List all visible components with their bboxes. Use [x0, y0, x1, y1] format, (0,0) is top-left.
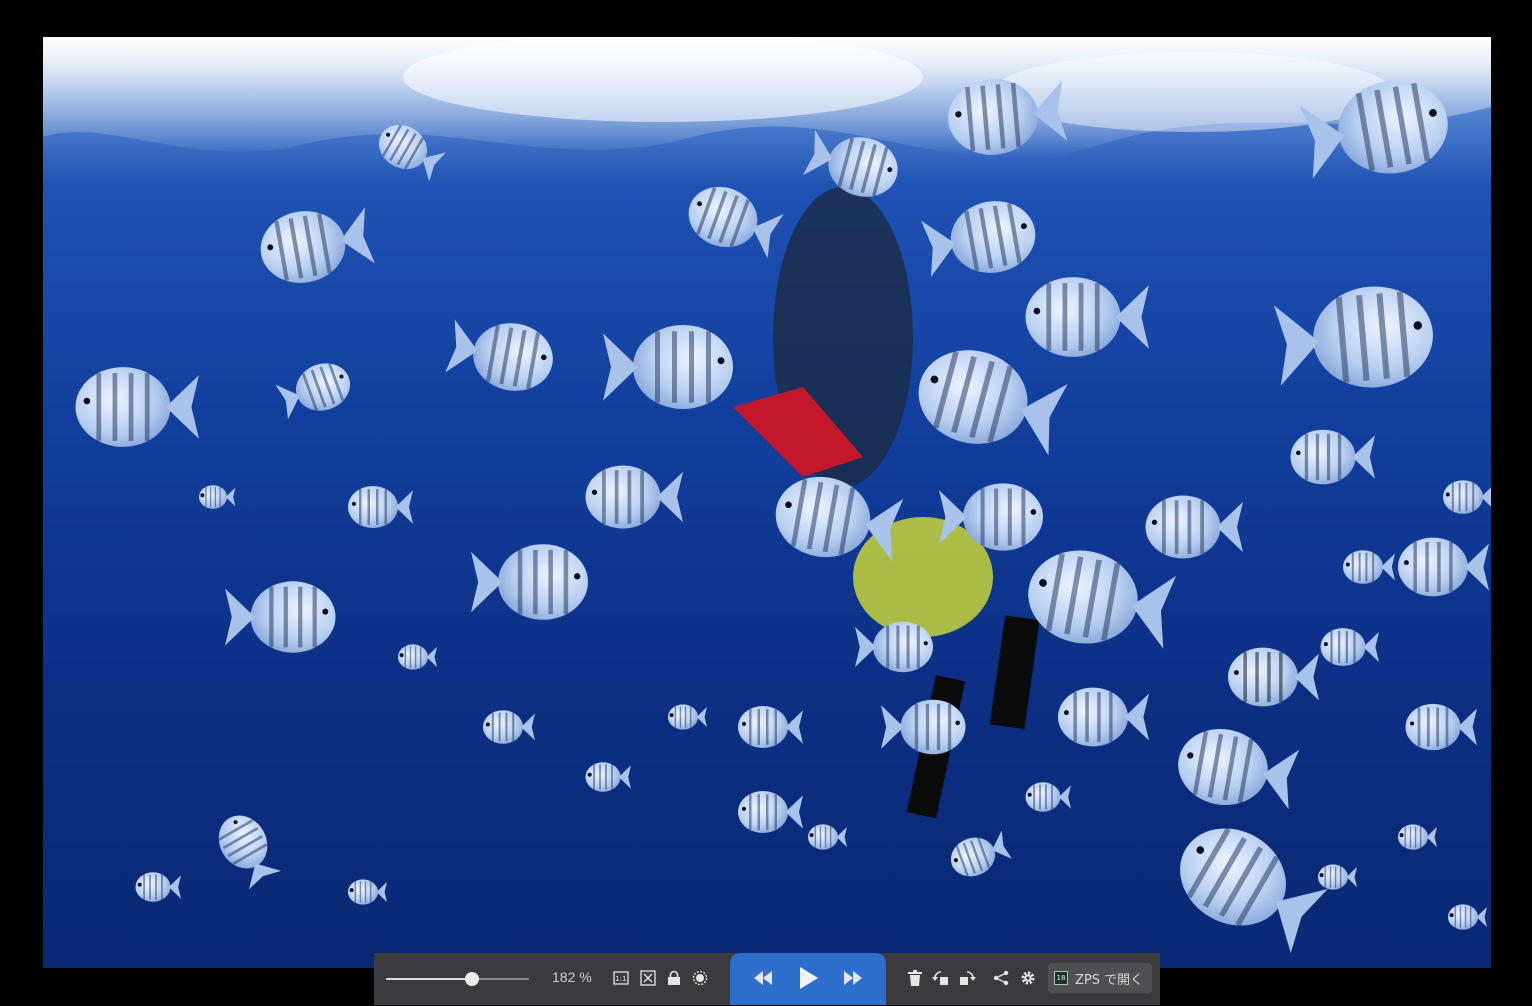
- slideshow-controls: [730, 953, 886, 1005]
- zoom-slider-thumb[interactable]: [464, 972, 479, 986]
- image-viewer: 182 % 1:1 18 ZPS で開く: [0, 0, 1532, 1006]
- fish-shape: [1180, 827, 1328, 954]
- fish-shape: [75, 367, 199, 447]
- fish-shape: [668, 704, 707, 730]
- fish-shape: [135, 872, 181, 902]
- fish-shape: [471, 544, 588, 620]
- rotate-left-icon[interactable]: [930, 967, 952, 989]
- fish-shape: [1025, 782, 1071, 812]
- fish-shape: [918, 350, 1068, 456]
- open-in-zps-label: ZPS で開く: [1075, 972, 1144, 988]
- fish-shape: [199, 485, 236, 509]
- fish-shape: [275, 363, 351, 420]
- zps-logo-icon: 18: [1054, 971, 1068, 985]
- fish-shape: [1025, 277, 1149, 357]
- rewind-icon[interactable]: [752, 967, 774, 989]
- fish-shape: [688, 186, 784, 259]
- fish-shape: [260, 207, 375, 283]
- fish-shape: [225, 581, 336, 653]
- zoom-level-text: 182 %: [552, 969, 592, 985]
- trash-icon[interactable]: [904, 967, 926, 989]
- fish-shape: [398, 644, 437, 670]
- zoom-slider-fill: [386, 978, 472, 980]
- fish-shape: [1178, 728, 1300, 810]
- fish-shape: [1145, 495, 1243, 559]
- fish-shape: [855, 621, 933, 673]
- fish-shape: [808, 824, 847, 850]
- gear-icon[interactable]: [1017, 967, 1039, 989]
- fish-shape: [603, 325, 733, 409]
- fish-shape: [1443, 480, 1491, 514]
- fish-shape: [1398, 537, 1489, 597]
- fish-shape: [881, 699, 966, 755]
- fish-shape: [1320, 628, 1379, 666]
- fish-shape: [1398, 824, 1437, 850]
- fish-shape: [218, 815, 282, 890]
- fish-shape: [1228, 647, 1319, 707]
- fit-screen-icon[interactable]: [637, 967, 659, 989]
- open-in-zps-button[interactable]: 18 ZPS で開く: [1048, 963, 1152, 993]
- viewer-toolbar: 182 % 1:1 18 ZPS で開く: [374, 953, 1160, 1005]
- fish-shape: [921, 201, 1036, 277]
- svg-text:1:1: 1:1: [615, 975, 626, 983]
- rotate-right-icon[interactable]: [956, 967, 978, 989]
- fish-shape: [445, 319, 553, 391]
- fish-shape: [1343, 550, 1395, 584]
- fish-shape: [1058, 687, 1149, 747]
- fish-shape: [1405, 703, 1477, 751]
- fish-shape: [738, 706, 803, 748]
- one-to-one-icon[interactable]: 1:1: [610, 967, 632, 989]
- fish-shape: [738, 791, 803, 833]
- share-icon[interactable]: [990, 967, 1012, 989]
- sun-icon[interactable]: [689, 967, 711, 989]
- fish-shape: [1448, 904, 1487, 930]
- displayed-photo[interactable]: [43, 37, 1491, 968]
- fish-shape: [1028, 550, 1177, 649]
- fish-shape: [483, 710, 535, 744]
- fast-forward-icon[interactable]: [842, 967, 864, 989]
- fish-shape: [950, 830, 1013, 877]
- fish-shape: [348, 879, 387, 905]
- fish-shape: [348, 486, 413, 528]
- fish-shape: [1318, 864, 1357, 890]
- lock-icon[interactable]: [663, 967, 685, 989]
- fish-shape: [1273, 286, 1433, 388]
- zoom-slider[interactable]: [386, 972, 529, 986]
- fish-shape: [585, 762, 631, 792]
- play-icon[interactable]: [797, 967, 819, 989]
- photo-canvas: [43, 37, 1491, 954]
- fish-shape: [1290, 429, 1375, 485]
- fish-shape: [585, 465, 683, 529]
